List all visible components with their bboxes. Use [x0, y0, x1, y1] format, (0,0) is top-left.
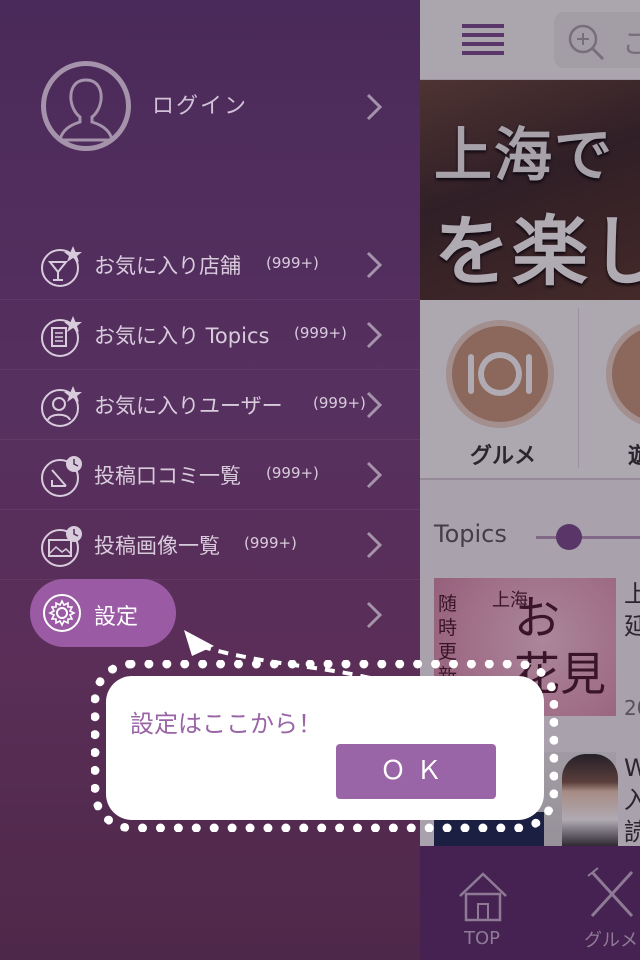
favorite-shop-icon [40, 244, 84, 288]
chevron-right-icon [365, 320, 383, 350]
review-list-icon [40, 454, 84, 498]
menu-item-label: お気に入り店舗 [94, 254, 241, 278]
settings-label: 設定 [94, 605, 139, 630]
login-label[interactable]: ログイン [152, 88, 248, 120]
user-silhouette-icon [58, 78, 114, 142]
menu-item-count: (999+) [313, 394, 366, 412]
gear-icon [42, 593, 82, 633]
menu-item-favorite-topics[interactable]: お気に入り Topics (999+) [0, 300, 420, 370]
menu-item-label: お気に入り Topics [94, 324, 270, 348]
ok-button[interactable]: ＯＫ [336, 744, 496, 799]
image-list-icon [40, 524, 84, 568]
menu-item-count: (999+) [294, 324, 347, 342]
favorite-topics-icon [40, 314, 84, 358]
menu-item-favorite-users[interactable]: お気に入りユーザー (999+) [0, 370, 420, 440]
menu-item-favorite-shops[interactable]: お気に入り店舗 (999+) [0, 230, 420, 300]
favorite-user-icon [40, 384, 84, 428]
avatar[interactable] [41, 61, 131, 151]
settings-button[interactable]: 設定 [30, 579, 176, 647]
menu-item-label: 投稿画像一覧 [94, 534, 220, 558]
menu-item-label: お気に入りユーザー [94, 394, 283, 418]
chevron-right-icon [365, 250, 383, 280]
menu-item-count: (999+) [266, 464, 319, 482]
menu-item-count: (999+) [244, 534, 297, 552]
chevron-right-icon [365, 530, 383, 560]
menu-item-image-list[interactable]: 投稿画像一覧 (999+) [0, 510, 420, 580]
chevron-right-icon[interactable] [365, 92, 383, 122]
menu-item-label: 投稿口コミ一覧 [94, 464, 241, 488]
menu-item-count: (999+) [266, 254, 319, 272]
menu-item-review-list[interactable]: 投稿口コミ一覧 (999+) [0, 440, 420, 510]
chevron-right-icon [365, 390, 383, 420]
chevron-right-icon [365, 460, 383, 490]
tooltip-message: 設定はここから！ [130, 710, 322, 738]
tooltip-dialog: 設定はここから！ ＯＫ [106, 676, 544, 820]
